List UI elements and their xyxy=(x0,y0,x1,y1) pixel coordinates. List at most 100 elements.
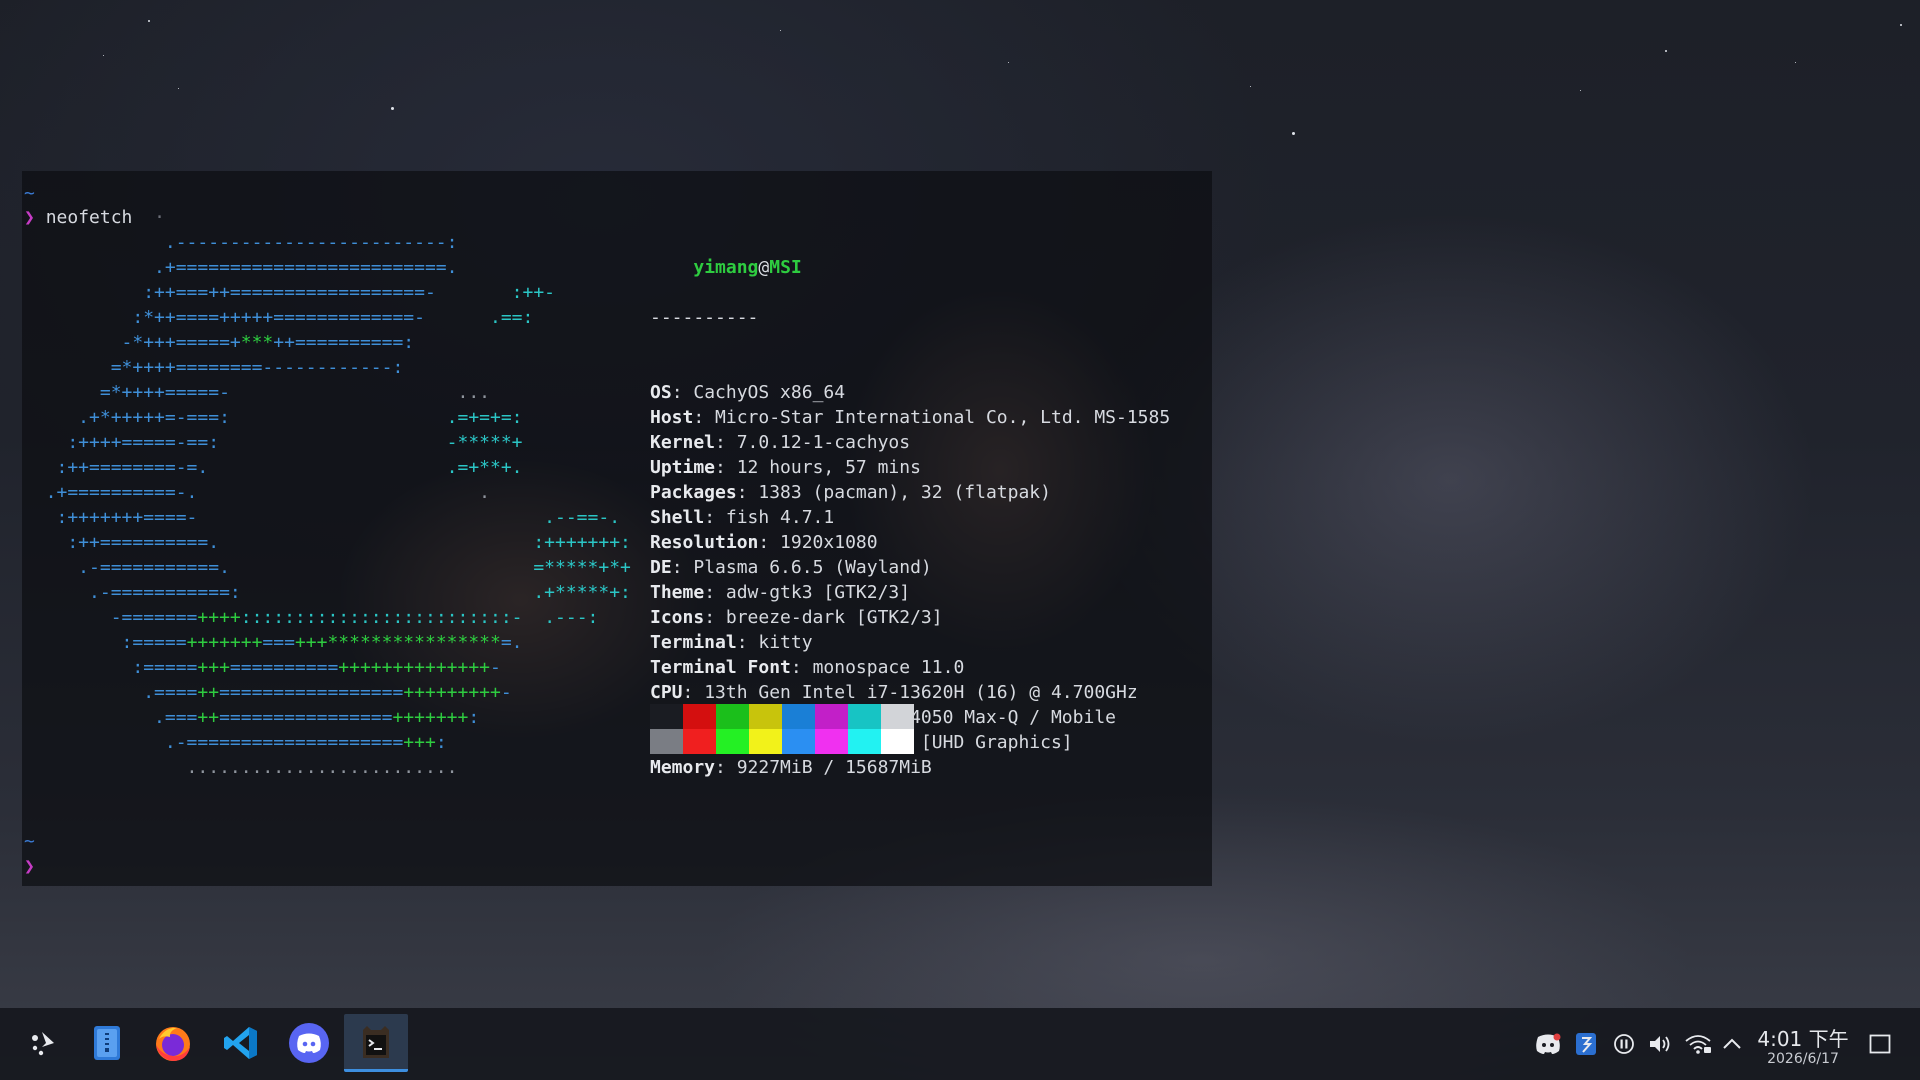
color-swatch xyxy=(650,729,683,754)
ascii-segment: :++++=====-==: xyxy=(24,432,447,453)
show-desktop-button[interactable] xyxy=(1866,1030,1894,1058)
ascii-line: .====++=================+++++++++- xyxy=(24,680,631,705)
info-row: CPU: 13th Gen Intel i7-13620H (16) @ 4.7… xyxy=(650,680,1170,705)
ascii-line: .+=========================. xyxy=(24,255,631,280)
color-palette xyxy=(650,704,914,754)
ascii-segment: .==== xyxy=(24,682,198,703)
vscode-button[interactable] xyxy=(210,1014,272,1072)
color-swatch xyxy=(848,729,881,754)
ascii-line: =*++++=====- ... xyxy=(24,380,631,405)
volume-icon xyxy=(1650,1036,1670,1052)
star xyxy=(178,88,179,89)
discord-icon xyxy=(289,1023,329,1063)
ascii-segment: .=+**+. xyxy=(446,457,523,478)
color-swatch xyxy=(650,704,683,729)
ascii-line: .-===========: .+*****+: xyxy=(24,580,631,605)
ascii-segment: ================= xyxy=(219,682,404,703)
star xyxy=(1795,62,1796,63)
ascii-segment: :+++++++: xyxy=(533,532,631,553)
terminal-button[interactable] xyxy=(344,1014,408,1072)
ascii-segment: ================ xyxy=(219,707,393,728)
ascii-segment: ... xyxy=(457,382,490,403)
clipboard-tray-button[interactable] xyxy=(1572,1030,1600,1058)
firefox-button[interactable] xyxy=(142,1014,204,1072)
info-row: Host: Micro-Star International Co., Ltd.… xyxy=(650,405,1170,430)
clock-date: 2026/6/17 xyxy=(1767,1051,1839,1067)
wifi-button[interactable] xyxy=(1684,1030,1712,1058)
ascii-line: .-------------------------: xyxy=(24,230,631,255)
ascii-segment: ++++++++++++++ xyxy=(338,657,490,678)
media-pause-icon xyxy=(1614,1034,1634,1054)
terminal-icon xyxy=(363,1025,389,1058)
info-key: Uptime xyxy=(650,457,716,478)
info-row: Terminal: kitty xyxy=(650,630,1170,655)
ascii-segment: =*++++========------------: xyxy=(24,357,404,378)
system-tray-expand-button[interactable] xyxy=(1718,1030,1746,1058)
ascii-segment: .+=========================. xyxy=(24,257,458,278)
application-launcher-button[interactable] xyxy=(12,1014,74,1072)
info-row: DE: Plasma 6.6.5 (Wayland) xyxy=(650,555,1170,580)
ascii-segment: =*****+*+ xyxy=(533,557,631,578)
color-swatch xyxy=(881,704,914,729)
discord-tray-icon xyxy=(1536,1033,1561,1054)
ascii-segment: ++==========: xyxy=(273,332,415,353)
ascii-segment: .---: xyxy=(544,607,599,628)
cursor-mark: · xyxy=(154,207,165,228)
ascii-segment: .--==-. xyxy=(544,507,621,528)
volume-button[interactable] xyxy=(1646,1030,1674,1058)
ascii-segment: .-===========. xyxy=(24,557,534,578)
ascii-line: :=====+++++++===+++****************=. xyxy=(24,630,631,655)
ascii-segment: .-===========: xyxy=(24,582,534,603)
color-swatch xyxy=(782,729,815,754)
ascii-segment: :++===++==================- xyxy=(24,282,512,303)
media-pause-button[interactable] xyxy=(1610,1030,1638,1058)
info-key: OS xyxy=(650,382,672,403)
ascii-segment: -*****+ xyxy=(446,432,523,453)
info-row: Uptime: 12 hours, 57 mins xyxy=(650,455,1170,480)
discord-button[interactable] xyxy=(278,1014,340,1072)
color-swatch xyxy=(848,704,881,729)
info-key: Theme xyxy=(650,582,705,603)
terminal-window[interactable]: ~ ❯ neofetch · .------------------------… xyxy=(22,171,1212,886)
prompt-path: ~ xyxy=(24,831,35,852)
ascii-segment: :++========-=. xyxy=(24,457,447,478)
ascii-segment: - xyxy=(500,682,512,703)
star xyxy=(1580,90,1581,91)
info-row: Packages: 1383 (pacman), 32 (flatpak) xyxy=(650,480,1170,505)
info-value: : 9227MiB / 15687MiB xyxy=(715,757,932,778)
ascii-line: -*+++=====+***++==========: xyxy=(24,330,631,355)
color-swatch xyxy=(749,729,782,754)
info-value: : Micro-Star International Co., Ltd. MS-… xyxy=(693,407,1171,428)
info-value: : CachyOS x86_64 xyxy=(671,382,846,403)
info-row: OS: CachyOS x86_64 xyxy=(650,380,1170,405)
star xyxy=(1292,132,1295,135)
ascii-segment: =*++++=====- xyxy=(24,382,458,403)
ascii-segment: :===== xyxy=(24,657,198,678)
ascii-segment: ========== xyxy=(229,657,339,678)
ascii-line: .-===========. =*****+*+ xyxy=(24,555,631,580)
info-value: : fish 4.7.1 xyxy=(704,507,835,528)
wifi-icon xyxy=(1685,1035,1711,1054)
info-key: Host xyxy=(650,407,694,428)
info-key: Icons xyxy=(650,607,705,628)
user-host-line: yimang@MSI xyxy=(693,257,801,278)
taskbar: 4:01 下午 2026/6/17 xyxy=(0,1008,1920,1080)
ascii-segment: +++++++ xyxy=(186,632,263,653)
ascii-line: .===++================+++++++: xyxy=(24,705,631,730)
color-swatch xyxy=(683,729,716,754)
ascii-segment: -======= xyxy=(24,607,198,628)
color-swatch xyxy=(815,729,848,754)
info-key: Packages xyxy=(650,482,737,503)
ascii-line: :+++++++====- .--==-. xyxy=(24,505,631,530)
prompt-symbol[interactable]: ❯ xyxy=(24,854,35,879)
color-swatch xyxy=(881,729,914,754)
info-value: : 12 hours, 57 mins xyxy=(715,457,921,478)
discord-tray-button[interactable] xyxy=(1534,1030,1562,1058)
info-row: Memory: 9227MiB / 15687MiB xyxy=(650,755,1170,780)
ascii-segment: .=+=+=: xyxy=(446,407,523,428)
ascii-segment: . xyxy=(479,482,490,503)
file-manager-button[interactable] xyxy=(76,1014,138,1072)
info-key: Kernel xyxy=(650,432,716,453)
ascii-segment: :++- xyxy=(511,282,556,303)
ascii-line: :*++====+++++=============- .==: xyxy=(24,305,631,330)
